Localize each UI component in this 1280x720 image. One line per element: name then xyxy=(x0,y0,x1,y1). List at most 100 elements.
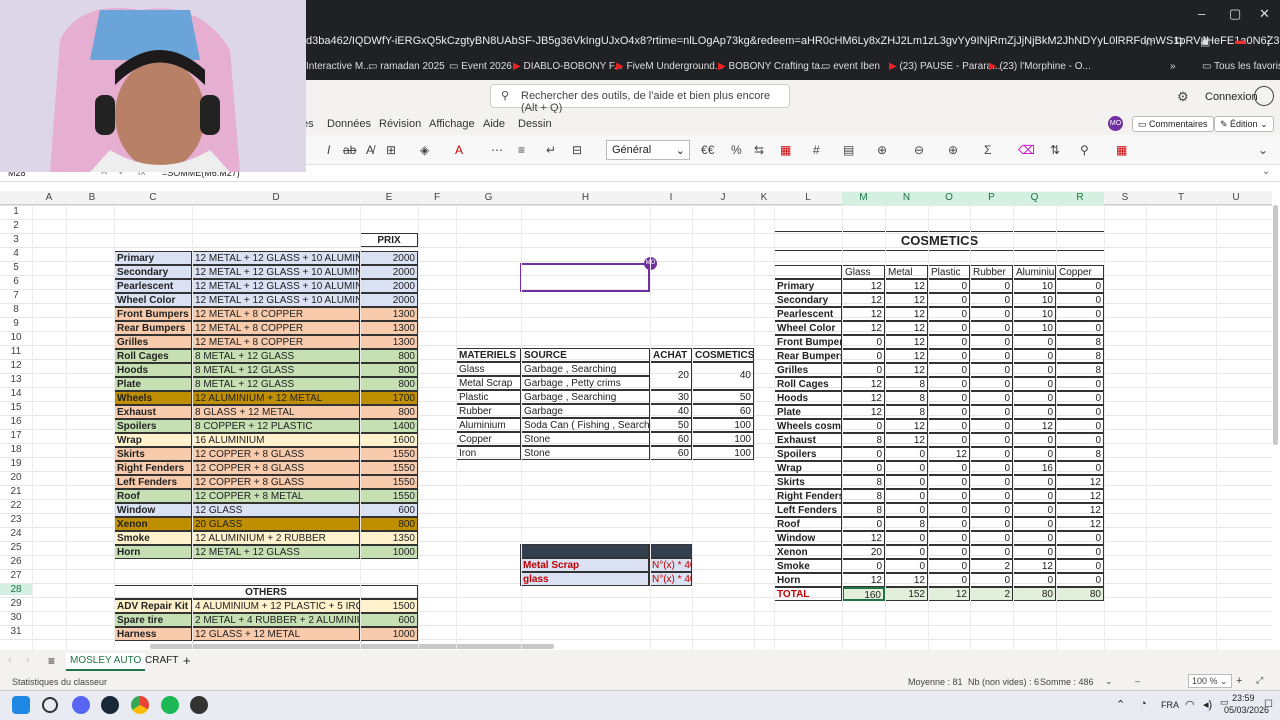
cell[interactable]: 12 xyxy=(885,279,928,293)
cell[interactable]: Smoke xyxy=(774,559,842,573)
chrome-icon[interactable] xyxy=(131,696,149,714)
cell[interactable]: 0 xyxy=(1056,391,1104,405)
column-header[interactable]: K xyxy=(754,192,774,205)
cell[interactable]: 0 xyxy=(928,503,970,517)
italic-icon[interactable]: I xyxy=(327,143,330,157)
cell[interactable]: Aluminium xyxy=(1013,265,1056,279)
cell[interactable]: 12 METAL + 8 COPPER xyxy=(192,335,360,349)
cell[interactable]: 0 xyxy=(1056,461,1104,475)
cell[interactable]: 8 METAL + 12 GLASS xyxy=(192,349,360,363)
borders-icon[interactable]: ⊞ xyxy=(386,143,396,157)
steam-icon[interactable] xyxy=(101,696,119,714)
gear-icon[interactable]: ⚙ xyxy=(1177,89,1189,105)
chevron-down-icon[interactable]: ⌄ xyxy=(1262,166,1270,177)
cell[interactable]: Soda Can ( Fishing , Searching ) xyxy=(521,418,650,432)
menu-icon[interactable]: ⋮ xyxy=(1262,33,1275,49)
cell[interactable]: Glass xyxy=(842,265,885,279)
cell[interactable]: Window xyxy=(114,503,192,517)
cell[interactable]: Secondary xyxy=(114,265,192,279)
find-icon[interactable]: ⚲ xyxy=(1080,143,1089,157)
cell[interactable]: 0 xyxy=(928,363,970,377)
others-header[interactable]: OTHERS xyxy=(114,585,418,599)
cell[interactable]: 1400 xyxy=(360,419,418,433)
menu-item-affichage[interactable]: Affichage xyxy=(429,118,475,130)
table-format-icon[interactable]: # xyxy=(813,143,820,157)
cell[interactable]: 0 xyxy=(928,307,970,321)
fill-color-icon[interactable]: ◈ xyxy=(420,143,429,157)
cell[interactable]: 12 GLASS xyxy=(192,503,360,517)
cell[interactable]: 0 xyxy=(970,419,1013,433)
cell[interactable]: 1000 xyxy=(360,627,418,641)
cell[interactable]: Primary xyxy=(114,251,192,265)
cell[interactable]: 1550 xyxy=(360,461,418,475)
cell[interactable]: 12 xyxy=(842,377,885,391)
cell[interactable]: Right Fenders xyxy=(774,489,842,503)
cell[interactable]: Horn xyxy=(774,573,842,587)
cell[interactable]: 0 xyxy=(1056,419,1104,433)
cell[interactable]: 0 xyxy=(970,573,1013,587)
cell[interactable]: 12 METAL + 12 GLASS + 10 ALUMINIUM xyxy=(192,293,360,307)
cell[interactable]: 1500 xyxy=(360,599,418,613)
cell[interactable]: Right Fenders xyxy=(114,461,192,475)
sum-icon[interactable]: Σ xyxy=(984,143,991,157)
cell[interactable]: 8 xyxy=(842,503,885,517)
column-header[interactable]: O xyxy=(928,192,970,205)
cell[interactable]: Hoods xyxy=(774,391,842,405)
cell[interactable]: Plastic xyxy=(928,265,970,279)
cell[interactable]: 0 xyxy=(970,307,1013,321)
cell[interactable]: 0 xyxy=(1056,531,1104,545)
conditional-format-icon[interactable]: ▦ xyxy=(780,143,791,157)
cell[interactable]: 0 xyxy=(970,545,1013,559)
bookmark[interactable]: ▭ Event 2026 xyxy=(449,61,512,72)
row-header[interactable]: 21 xyxy=(0,486,32,497)
row-header[interactable]: 9 xyxy=(0,318,32,329)
cell[interactable]: 50 xyxy=(650,418,692,432)
cell[interactable]: 1300 xyxy=(360,321,418,335)
cell[interactable]: 0 xyxy=(970,279,1013,293)
cell[interactable]: 0 xyxy=(842,559,885,573)
cell[interactable]: MATERIELS xyxy=(456,348,521,362)
column-header[interactable]: E xyxy=(360,192,418,205)
cell[interactable]: 1300 xyxy=(360,307,418,321)
cell[interactable]: Roof xyxy=(774,517,842,531)
cell[interactable]: 0 xyxy=(928,433,970,447)
cell[interactable]: 0 xyxy=(885,461,928,475)
cell[interactable]: 12 METAL + 8 COPPER xyxy=(192,321,360,335)
cell[interactable]: Rubber xyxy=(456,404,521,418)
cell[interactable]: Front Bumpers xyxy=(774,335,842,349)
cell[interactable]: 0 xyxy=(970,531,1013,545)
cell[interactable]: 0 xyxy=(928,545,970,559)
row-header[interactable]: 4 xyxy=(0,248,32,259)
cell[interactable]: Skirts xyxy=(774,475,842,489)
cell[interactable]: 2000 xyxy=(360,293,418,307)
cell[interactable]: COSMETICS xyxy=(692,348,754,362)
column-header[interactable]: N xyxy=(885,192,928,205)
cell[interactable]: 100 xyxy=(692,418,754,432)
edit-mode-button[interactable]: ✎ Édition ⌄ xyxy=(1214,116,1274,132)
cell[interactable] xyxy=(774,265,842,279)
cell[interactable]: 12 METAL + 12 GLASS + 10 ALUMINIUM xyxy=(192,251,360,265)
cell[interactable]: Metal xyxy=(885,265,928,279)
cell[interactable]: 12 xyxy=(1056,475,1104,489)
cell[interactable]: 40 xyxy=(650,404,692,418)
addins-icon[interactable]: ▦ xyxy=(1116,143,1127,157)
cell[interactable]: 12 GLASS + 12 METAL xyxy=(192,627,360,641)
cell[interactable]: 8 xyxy=(842,433,885,447)
column-header[interactable]: T xyxy=(1146,192,1216,205)
cell[interactable]: 0 xyxy=(1013,391,1056,405)
cell[interactable]: 60 xyxy=(650,446,692,460)
extra-header-cell[interactable] xyxy=(649,544,692,558)
cell[interactable]: 8 xyxy=(885,405,928,419)
tab-mosley-auto[interactable]: MOSLEY AUTO xyxy=(66,653,146,671)
cell[interactable]: 8 GLASS + 12 METAL xyxy=(192,405,360,419)
cell[interactable]: 80 xyxy=(1013,587,1056,601)
cell[interactable]: 1700 xyxy=(360,391,418,405)
cell[interactable]: 8 xyxy=(885,391,928,405)
row-header[interactable]: 29 xyxy=(0,598,32,609)
cell[interactable]: 0 xyxy=(928,335,970,349)
decimal-icon[interactable]: ⇆ xyxy=(754,143,764,157)
cell[interactable]: 0 xyxy=(885,489,928,503)
workbook-stats[interactable]: Statistiques du classeur xyxy=(12,677,107,687)
cell[interactable]: Garbage , Petty crims xyxy=(521,376,650,390)
cell[interactable]: 0 xyxy=(1013,405,1056,419)
